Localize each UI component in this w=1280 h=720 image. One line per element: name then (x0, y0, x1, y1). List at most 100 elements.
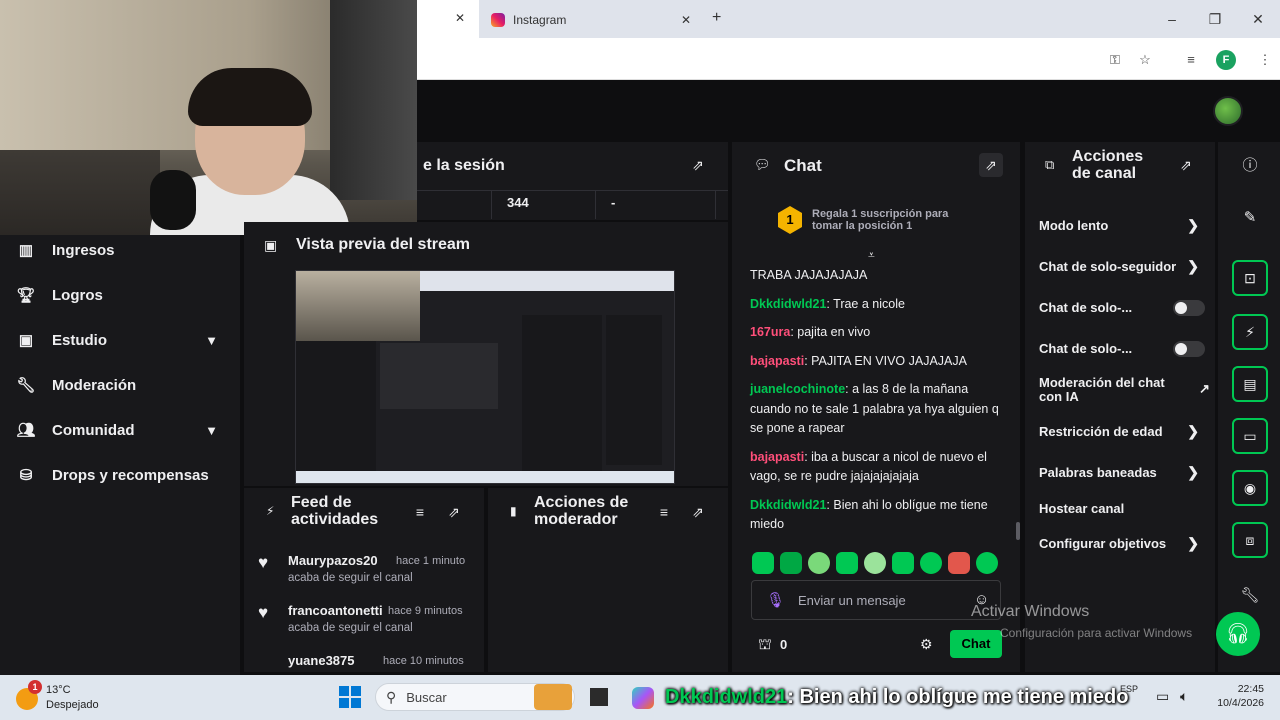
emote-icon[interactable] (976, 552, 998, 574)
close-tab-icon[interactable]: ✕ (681, 13, 691, 27)
weather-widget[interactable]: 1 13°C Despejado (16, 680, 136, 716)
volume-icon[interactable]: 🔈︎ (1180, 688, 1188, 705)
chat-username[interactable]: bajapasti (750, 354, 804, 368)
chat-message: Dkkdidwld21: Bien ahi lo oblígue me tien… (750, 496, 1012, 535)
windows-start-icon[interactable] (339, 686, 361, 708)
nav-item-comunidad[interactable]: 👥︎ Comunidad ▼ (0, 408, 240, 452)
network-icon[interactable]: ▭ (1156, 688, 1169, 705)
active-browser-tab[interactable]: ✕ (417, 0, 479, 38)
chat-send-button[interactable]: Chat (950, 630, 1002, 658)
heart-icon: ♥ (258, 603, 269, 622)
key-icon[interactable]: ⚿ (1104, 50, 1126, 70)
nav-item-drops[interactable]: ⛁ Drops y recompensas (0, 453, 240, 497)
minimize-button[interactable]: – (1157, 8, 1187, 30)
tab-title: Instagram (513, 13, 567, 27)
chevron-right-icon: ❯ (1187, 423, 1199, 439)
toggle-switch[interactable] (1173, 340, 1205, 357)
bolt-icon[interactable]: ⚡︎ (1232, 314, 1268, 350)
channel-points-icon[interactable]: ⛫ (758, 636, 772, 655)
feed-action: acaba de seguir el canal (288, 622, 413, 634)
language-indicator[interactable]: ESP (1120, 684, 1138, 694)
scrollbar[interactable] (1016, 522, 1020, 540)
canal-slow-mode[interactable]: Modo lento ❯ (1039, 217, 1207, 233)
wrench-icon[interactable]: 🔧︎ (1236, 582, 1264, 610)
chat-username[interactable]: 167ura (750, 325, 790, 339)
feed-user[interactable]: francoantonetti (288, 603, 383, 618)
broadcast-icon[interactable]: ◉ (1232, 470, 1268, 506)
info-icon[interactable]: ⓘ (1236, 152, 1264, 180)
maximize-button[interactable]: ❐ (1200, 8, 1230, 30)
popout-icon[interactable]: ⇗ (442, 500, 466, 524)
canal-goals[interactable]: Configurar objetivos ❯ (1039, 535, 1207, 551)
taskbar-app-thumbnail[interactable] (534, 684, 572, 710)
chat-username[interactable]: Dkkdidwld21 (750, 498, 826, 512)
stat-value: 344 (507, 195, 529, 210)
toggle-switch[interactable] (1173, 299, 1205, 316)
gift-prompt-line2[interactable]: tomar la posición 1 (812, 220, 912, 232)
collapse-icon[interactable]: ⩡ (868, 248, 875, 263)
emote-icon[interactable] (836, 552, 858, 574)
emote-icon[interactable] (948, 552, 970, 574)
chat-message: Dkkdidwld21: Trae a nicole (750, 295, 1012, 315)
media-queue-icon[interactable]: ≡ (1180, 50, 1202, 70)
chat-input[interactable]: 🎙︎ Enviar un mensaje ☺ (751, 580, 1001, 620)
close-window-button[interactable]: ✕ (1243, 8, 1273, 30)
canal-label: Modo lento (1039, 218, 1109, 233)
canal-age-restriction[interactable]: Restricción de edad ❯ (1039, 423, 1207, 439)
task-view-icon[interactable] (590, 688, 608, 706)
browser-tab-instagram[interactable]: Instagram ✕ (483, 6, 703, 34)
activate-windows-watermark: Activar Windows (971, 603, 1090, 620)
popout-icon[interactable]: ⇗ (979, 153, 1003, 177)
chat-username[interactable]: bajapasti (750, 450, 804, 464)
nav-item-moderacion[interactable]: 🔧︎ Moderación (0, 363, 240, 407)
popout-icon[interactable]: ⇗ (1174, 153, 1198, 177)
canal-followers-only[interactable]: Chat de solo-seguidor ❯ (1039, 258, 1207, 274)
chevron-right-icon: ❯ (1187, 464, 1199, 480)
settings-gear-icon[interactable]: ⚙ (920, 636, 933, 653)
chat-username[interactable]: juanelcochinote (750, 382, 845, 396)
new-tab-button[interactable]: + (712, 9, 721, 27)
feed-user[interactable]: Maurypazos20 (288, 553, 378, 568)
canal-label: Hostear canal (1039, 501, 1125, 516)
nav-item-ingresos[interactable]: ▥ Ingresos (0, 228, 240, 272)
help-headset-icon[interactable]: 🎧︎ (1216, 612, 1260, 656)
moderator-actions-panel: ▮ Acciones de moderador ≡ ⇗ (488, 488, 728, 672)
chat-username[interactable]: Dkkdidwld21 (750, 297, 826, 311)
notes-icon[interactable]: ▤ (1232, 366, 1268, 402)
stream-preview-video[interactable] (295, 270, 675, 484)
canal-host-channel[interactable]: Hostear canal (1039, 501, 1207, 516)
emote-icon[interactable] (780, 552, 802, 574)
user-avatar[interactable] (1213, 96, 1243, 126)
emote-icon[interactable] (864, 552, 886, 574)
bookmark-star-icon[interactable]: ☆ (1134, 50, 1156, 70)
chat-bubble-icon[interactable]: ▭ (1232, 418, 1268, 454)
emote-icon[interactable] (920, 552, 942, 574)
browser-profile-avatar[interactable]: F (1216, 50, 1236, 70)
popout-icon[interactable]: ⇗ (686, 153, 710, 177)
activity-feed-panel: ⚡︎ Feed de actividades ≡ ⇗ ♥ Maurypazos2… (244, 488, 484, 672)
gift-prompt-line1[interactable]: Regala 1 suscripción para (812, 208, 948, 220)
clip-icon[interactable]: ⊡ (1232, 260, 1268, 296)
popout-icon[interactable]: ⇗ (686, 500, 710, 524)
emote-icon[interactable] (808, 552, 830, 574)
close-tab-icon[interactable]: ✕ (455, 11, 465, 25)
filter-icon[interactable]: ≡ (408, 500, 432, 524)
emote-icon[interactable] (752, 552, 774, 574)
browser-menu-icon[interactable]: ⋮ (1254, 50, 1276, 70)
canal-ai-moderation[interactable]: Moderación del chat con IA ↗ (1039, 376, 1210, 404)
nav-item-estudio[interactable]: ▣ Estudio ▼ (0, 318, 240, 362)
raid-icon[interactable]: ⧈ (1232, 522, 1268, 558)
filter-icon[interactable]: ≡ (652, 500, 676, 524)
copilot-icon[interactable] (632, 687, 654, 709)
chat-text: : pajita en vivo (790, 325, 871, 339)
canal-banned-words[interactable]: Palabras baneadas ❯ (1039, 464, 1207, 480)
feed-user[interactable]: yuane3875 (288, 653, 355, 668)
canal-toggle-item[interactable]: Chat de solo-... (1039, 299, 1207, 316)
emote-icon[interactable] (892, 552, 914, 574)
nav-item-logros[interactable]: 🏆︎ Logros (0, 273, 240, 317)
clock[interactable]: 22:45 10/4/2026 (1200, 682, 1264, 710)
microphone-icon[interactable]: 🎙︎ (766, 591, 785, 609)
preview-title: Vista previa del stream (296, 236, 471, 253)
canal-toggle-item[interactable]: Chat de solo-... (1039, 340, 1207, 357)
edit-pencil-icon[interactable]: ✎ (1236, 204, 1264, 232)
